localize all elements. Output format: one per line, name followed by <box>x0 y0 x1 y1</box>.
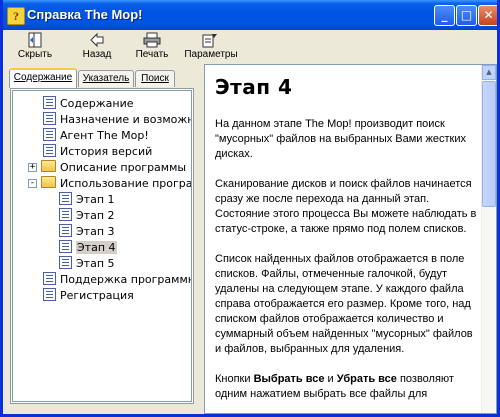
back-button[interactable]: Назад <box>75 32 119 62</box>
page-icon <box>43 96 56 109</box>
scroll-thumb[interactable] <box>482 81 496 207</box>
tree-item-label: История версий <box>60 145 153 158</box>
options-button[interactable]: Параметры <box>182 32 240 62</box>
page-icon <box>59 240 72 253</box>
tree-item[interactable]: Этап 2 <box>59 208 115 224</box>
topic-heading: Этап 4 <box>215 75 293 99</box>
topic-paragraph-4: Кнопки Выбрать все и Убрать все позволяю… <box>215 372 477 402</box>
tree-item[interactable]: Агент The Mop! <box>43 128 149 144</box>
print-label: Печать <box>135 49 169 60</box>
tab-index-label: Указатель <box>82 73 130 84</box>
close-button[interactable]: ✕ <box>478 5 497 26</box>
tree-item[interactable]: Назначение и возможнос <box>43 112 191 128</box>
collapse-minus-icon[interactable]: - <box>28 179 37 188</box>
p4-mid: и <box>324 373 337 385</box>
back-label: Назад <box>82 49 112 60</box>
tree-item[interactable]: Использование программ <box>41 176 192 192</box>
maximize-button[interactable]: □ <box>456 5 477 26</box>
hide-pane-icon <box>13 32 57 48</box>
tree-item-selected[interactable]: Этап 4 <box>59 240 117 256</box>
tree-item-label: Регистрация <box>60 289 134 302</box>
tree-item-label: Этап 2 <box>76 209 115 222</box>
deselect-all-term: Убрать все <box>336 373 397 385</box>
tree-item-label: Этап 5 <box>76 257 115 270</box>
page-icon <box>43 112 56 125</box>
printer-icon <box>130 32 174 48</box>
navigation-pane: Содержание Указатель Поиск Содержание На… <box>6 68 198 411</box>
tab-contents-label: Содержание <box>13 72 73 83</box>
tree-item-label: Поддержка программного <box>60 273 191 286</box>
nav-tabs: Содержание Указатель Поиск <box>6 68 198 88</box>
expand-plus-icon[interactable]: + <box>28 163 37 172</box>
page-icon <box>43 272 56 285</box>
vertical-scrollbar[interactable]: ▲ <box>481 65 496 413</box>
topic-paragraph-1: На данном этапе The Mop! производит поис… <box>215 118 466 160</box>
tree-item-label: Использование программ <box>60 177 192 190</box>
topic-content: Этап 4 На данном этапе The Mop! производ… <box>215 75 477 413</box>
help-window: ? Справка The Mop! _ □ ✕ Скрыть Назад Пе… <box>0 0 500 417</box>
scroll-up-arrow-icon[interactable]: ▲ <box>482 65 496 80</box>
tab-search-label: Поиск <box>141 73 169 84</box>
tree-item-label: Назначение и возможнос <box>60 113 191 126</box>
tree-item-label: Этап 4 <box>76 241 117 254</box>
print-button[interactable]: Печать <box>130 32 174 62</box>
tree-item[interactable]: Содержание <box>43 96 134 112</box>
close-icon: ✕ <box>483 8 494 22</box>
p4-start: Кнопки <box>215 373 254 385</box>
topic-paragraph-2: Сканирование дисков и поиск файлов начин… <box>215 178 477 235</box>
tree-item[interactable]: Этап 5 <box>59 256 115 272</box>
folder-closed-icon <box>41 160 56 172</box>
help-book-icon: ? <box>7 7 25 25</box>
page-icon <box>43 128 56 141</box>
tree-item-label: Описание программы <box>60 161 187 174</box>
page-icon <box>59 192 72 205</box>
folder-open-icon <box>41 176 56 188</box>
tree-item-label: Агент The Mop! <box>60 129 149 142</box>
tree-item-label: Этап 1 <box>76 193 115 206</box>
page-icon <box>59 256 72 269</box>
tree-item[interactable]: История версий <box>43 144 152 160</box>
minimize-icon: _ <box>441 8 448 22</box>
topic-pane: Этап 4 На данном этапе The Mop! производ… <box>204 64 497 414</box>
tab-search[interactable]: Поиск <box>135 70 175 87</box>
select-all-term: Выбрать все <box>253 373 325 385</box>
minimize-button[interactable]: _ <box>434 5 455 26</box>
topic-paragraph-3: Список найденных файлов отображается в п… <box>215 253 473 355</box>
page-icon <box>59 224 72 237</box>
tree-item[interactable]: Этап 3 <box>59 224 115 240</box>
tree-item-label: Этап 3 <box>76 225 115 238</box>
tab-index[interactable]: Указатель <box>78 70 134 87</box>
tree-item[interactable]: Регистрация <box>43 288 134 304</box>
tree-item[interactable]: Описание программы <box>41 160 186 176</box>
options-icon <box>182 32 240 48</box>
tab-contents[interactable]: Содержание <box>9 68 77 88</box>
contents-tree-panel: Содержание Назначение и возможнос Агент … <box>10 88 194 404</box>
toolbar: Скрыть Назад Печать Параметры <box>3 30 497 64</box>
maximize-icon: □ <box>460 8 473 22</box>
page-icon <box>59 208 72 221</box>
tree-item-label: Содержание <box>60 97 134 110</box>
page-icon <box>43 288 56 301</box>
tree-item[interactable]: Поддержка программного <box>43 272 191 288</box>
hide-label: Скрыть <box>17 49 53 60</box>
tree-item[interactable]: Этап 1 <box>59 192 115 208</box>
options-label: Параметры <box>184 49 238 60</box>
back-arrow-icon <box>75 32 119 48</box>
hide-button[interactable]: Скрыть <box>13 32 57 62</box>
page-icon <box>43 144 56 157</box>
title-bar[interactable]: ? Справка The Mop! _ □ ✕ <box>3 0 497 30</box>
contents-tree[interactable]: Содержание Назначение и возможнос Агент … <box>12 90 192 402</box>
window-title: Справка The Mop! <box>27 7 143 22</box>
